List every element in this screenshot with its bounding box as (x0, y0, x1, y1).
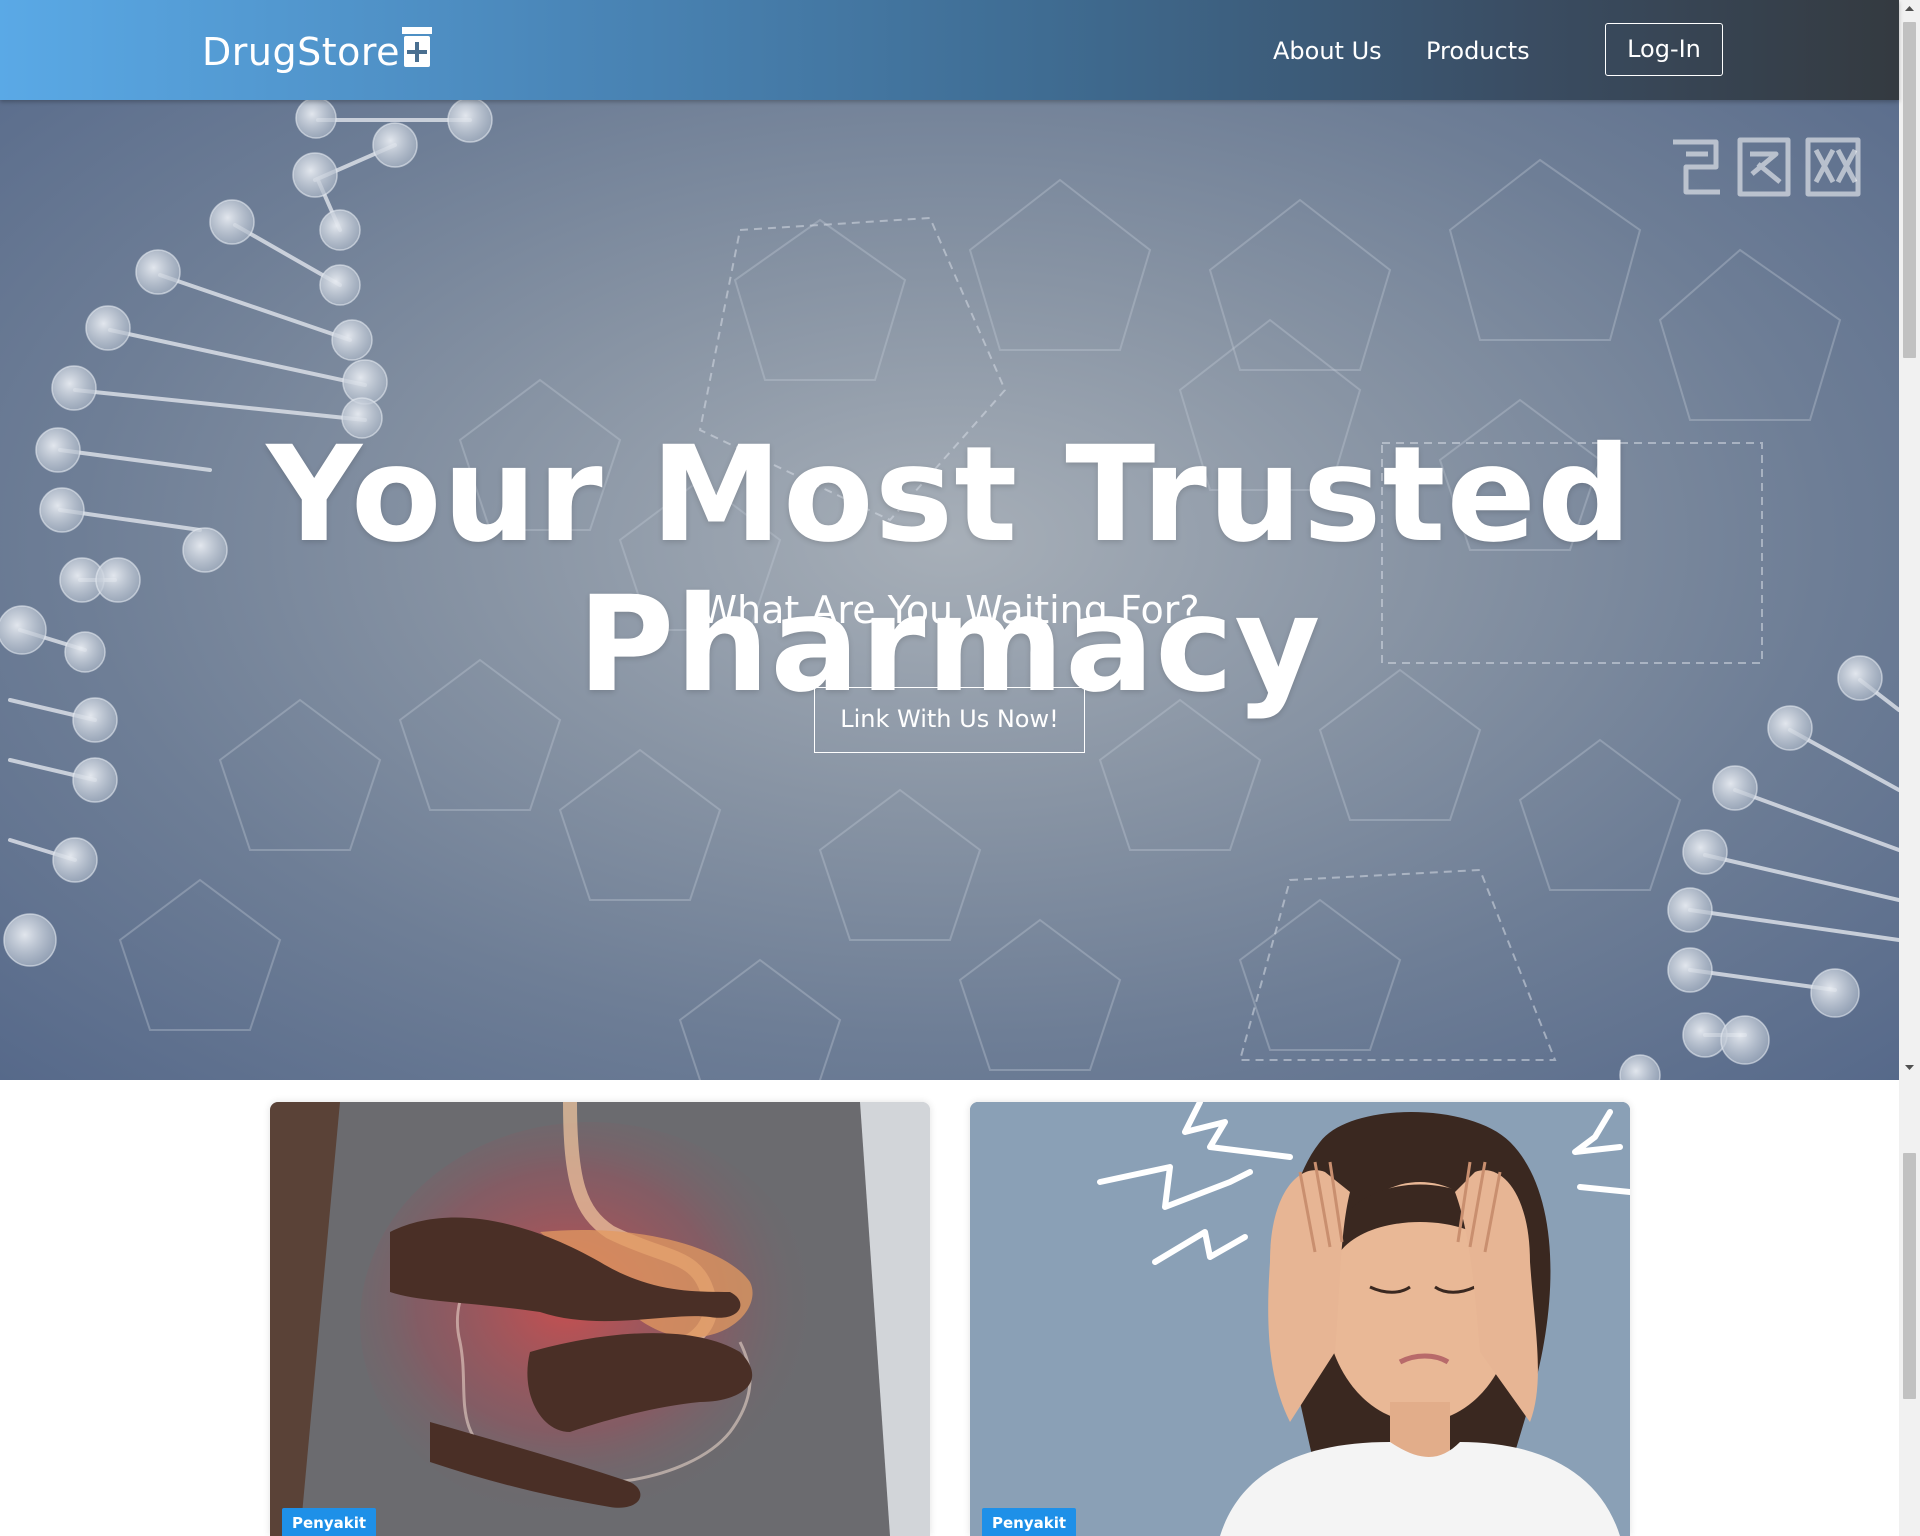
nav-products[interactable]: Products (1426, 34, 1530, 68)
category-badge[interactable]: Penyakit (282, 1508, 377, 1536)
article-card-headache[interactable]: Penyakit (970, 1102, 1630, 1536)
article-card-stomach[interactable]: Penyakit (270, 1102, 930, 1536)
link-with-us-button[interactable]: Link With Us Now! (814, 687, 1085, 753)
brand-name[interactable]: DrugStore (202, 28, 400, 76)
headache-image (970, 1102, 1630, 1536)
stomach-ache-image (270, 1102, 930, 1536)
scrollbar-thumb-secondary[interactable] (1903, 1153, 1916, 1399)
hero-banner: Your Most Trusted Pharmacy What Are You … (0, 100, 1899, 1080)
page-scrollbar[interactable] (1899, 0, 1920, 1536)
hero-title: Your Most Trusted Pharmacy (266, 418, 1633, 722)
scrollbar-thumb[interactable] (1903, 22, 1916, 358)
scroll-up-arrow-icon[interactable] (1899, 0, 1920, 18)
brand-logo[interactable]: DrugStore (202, 27, 433, 76)
hero-subtitle: What Are You Waiting For? (699, 588, 1200, 632)
watermark-logo (1673, 137, 1861, 197)
pill-bottle-icon (402, 27, 433, 67)
category-badge[interactable]: Penyakit (982, 1508, 1077, 1536)
nav-about-us[interactable]: About Us (1273, 34, 1382, 68)
top-navbar: DrugStore About Us Products Log-In (0, 0, 1899, 100)
login-button[interactable]: Log-In (1605, 23, 1723, 76)
scroll-down-arrow-icon[interactable] (1899, 1058, 1920, 1076)
